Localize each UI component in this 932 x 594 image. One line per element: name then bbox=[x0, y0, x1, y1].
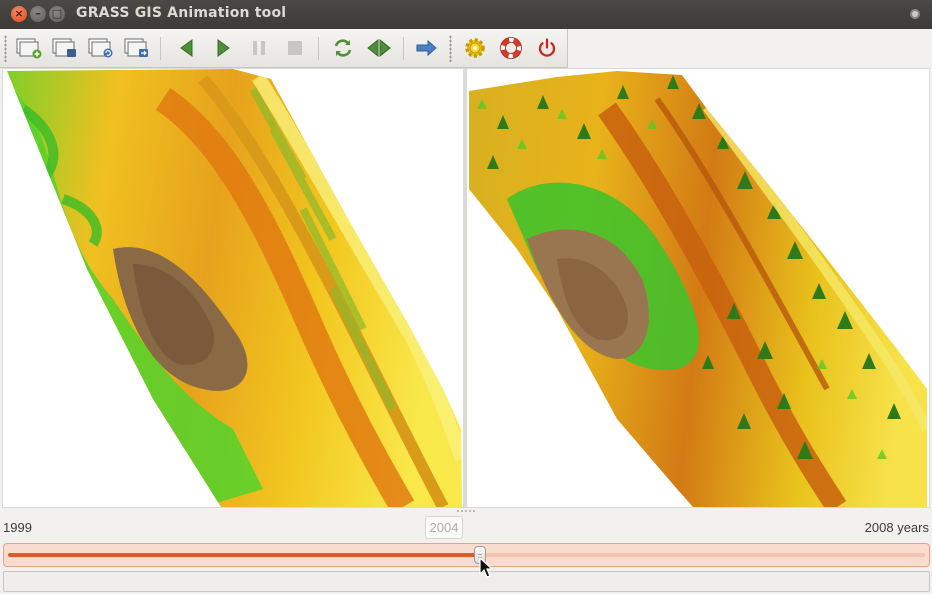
window-title: GRASS GIS Animation tool bbox=[76, 5, 287, 21]
timeline-track[interactable] bbox=[8, 553, 925, 557]
order-button[interactable] bbox=[412, 33, 442, 63]
toolbar-grip[interactable] bbox=[449, 35, 452, 62]
play-icon bbox=[217, 39, 230, 57]
toolbar-separator bbox=[403, 37, 404, 60]
window-menu-icon[interactable] bbox=[910, 9, 920, 19]
layers-refresh-icon bbox=[88, 38, 113, 58]
elevation-map-3d bbox=[469, 71, 927, 507]
mouse-cursor-icon bbox=[479, 557, 493, 578]
play-back-icon bbox=[180, 39, 193, 57]
layers-edit-icon bbox=[52, 38, 76, 57]
pause-icon bbox=[253, 41, 265, 55]
arrow-right-icon bbox=[416, 39, 437, 57]
elevation-map-2d bbox=[7, 69, 462, 507]
layers-export-icon bbox=[124, 38, 148, 57]
layers-plus-icon bbox=[16, 38, 42, 59]
window-close-button[interactable]: × bbox=[11, 6, 27, 22]
edit-animation-button[interactable] bbox=[50, 33, 80, 63]
power-icon bbox=[538, 38, 556, 57]
timeline-start-label: 1999 bbox=[3, 520, 32, 535]
play-button[interactable] bbox=[208, 33, 238, 63]
window-maximize-button[interactable]: □ bbox=[49, 6, 65, 22]
main-toolbar bbox=[0, 29, 568, 68]
window-minimize-button[interactable]: – bbox=[30, 6, 46, 22]
help-button[interactable] bbox=[496, 33, 526, 63]
gear-icon bbox=[465, 38, 485, 58]
quit-button[interactable] bbox=[532, 33, 562, 63]
animation-stage bbox=[2, 68, 930, 508]
play-back-button[interactable] bbox=[172, 33, 202, 63]
settings-button[interactable] bbox=[460, 33, 490, 63]
animation-window-left[interactable] bbox=[3, 69, 463, 507]
repeat-button[interactable] bbox=[328, 33, 358, 63]
lifebuoy-icon bbox=[500, 37, 522, 59]
toolbar-grip[interactable] bbox=[4, 35, 7, 62]
stop-icon bbox=[288, 41, 302, 55]
export-animation-button[interactable] bbox=[122, 33, 152, 63]
add-animation-button[interactable] bbox=[14, 33, 44, 63]
repeat-icon bbox=[334, 39, 352, 57]
animation-window-right[interactable] bbox=[467, 69, 929, 507]
pause-button[interactable] bbox=[244, 33, 274, 63]
stop-button[interactable] bbox=[280, 33, 310, 63]
bounce-button[interactable] bbox=[364, 33, 394, 63]
timeline-slider[interactable] bbox=[3, 543, 930, 567]
status-bar bbox=[3, 571, 930, 592]
panel-splitter[interactable] bbox=[0, 508, 932, 516]
timeline-end-label: 2008 years bbox=[864, 520, 929, 535]
reload-animation-button[interactable] bbox=[86, 33, 116, 63]
bounce-icon bbox=[367, 38, 391, 58]
timeline-current-label: 2004 bbox=[425, 516, 463, 539]
toolbar-separator bbox=[160, 37, 161, 60]
timeline-progress-fill bbox=[8, 553, 481, 557]
window-titlebar: × – □ GRASS GIS Animation tool bbox=[0, 0, 932, 29]
toolbar-separator bbox=[318, 37, 319, 60]
